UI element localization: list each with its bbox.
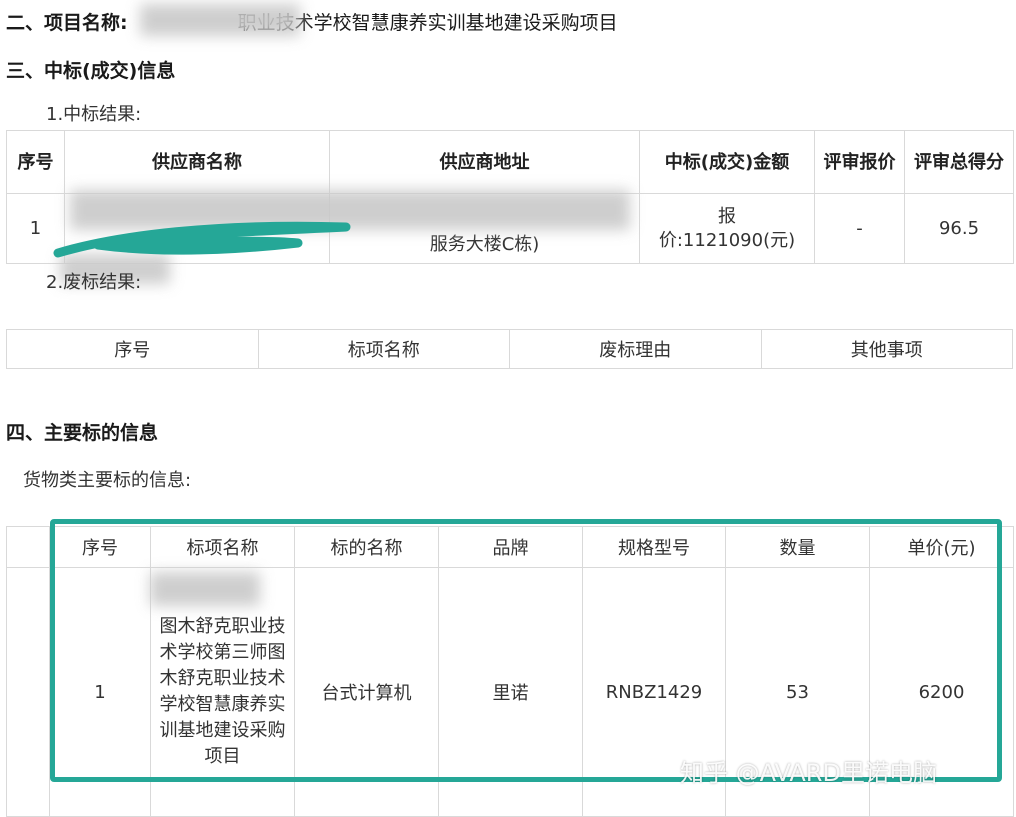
redaction (150, 572, 260, 606)
winning-info-heading: 三、中标(成交)信息 (6, 60, 176, 82)
header-no: 序号 (49, 526, 151, 568)
fail-header-no: 序号 (6, 329, 259, 369)
table-header-row: 序号 供应商名称 供应商地址 中标(成交)金额 评审报价 评审总得分 (6, 130, 1014, 194)
redaction (140, 4, 300, 36)
header-model: 规格型号 (582, 526, 726, 568)
header-total-score: 评审总得分 (904, 130, 1014, 194)
failed-bid-table: 序号 标项名称 废标理由 其他事项 (6, 329, 1013, 369)
fail-header-item-name: 标项名称 (257, 329, 510, 369)
header-amount: 中标(成交)金额 (639, 130, 815, 194)
table-header-row: 序号 标项名称 废标理由 其他事项 (6, 329, 1013, 369)
cell-no: 1 (49, 567, 151, 817)
cell-blank (6, 567, 50, 817)
header-quantity: 数量 (725, 526, 870, 568)
header-unit-price: 单价(元) (869, 526, 1014, 568)
address-tail: 服务大楼C栋) (429, 234, 540, 255)
header-supplier-name: 供应商名称 (64, 130, 330, 194)
project-name-heading: 二、项目名称: 职业技术学校智慧康养实训基地建设采购项目 (6, 8, 618, 35)
fail-header-other: 其他事项 (760, 329, 1013, 369)
cell-amount: 报价:1121090(元) (639, 193, 815, 264)
cell-subject-name: 台式计算机 (294, 567, 439, 817)
winning-result-label: 1.中标结果: (46, 104, 142, 125)
failed-bid-label: 2.废标结果: (46, 272, 142, 293)
table-header-row: 序号 标项名称 标的名称 品牌 规格型号 数量 单价(元) (6, 526, 1014, 568)
header-subject-name: 标的名称 (294, 526, 439, 568)
header-brand: 品牌 (438, 526, 583, 568)
header-no: 序号 (6, 130, 65, 194)
cell-score: 96.5 (904, 193, 1014, 264)
header-blank (6, 526, 50, 568)
cell-review-price: - (814, 193, 905, 264)
header-review-price: 评审报价 (814, 130, 905, 194)
watermark: 知乎 @AVARD里诺电脑 (680, 759, 937, 787)
redaction (70, 190, 630, 230)
cell-brand: 里诺 (438, 567, 583, 817)
header-supplier-address: 供应商地址 (329, 130, 640, 194)
item-name-text: 图木舒克职业技术学校第三师图木舒克职业技术学校智慧康养实训基地建设采购项目 (159, 616, 286, 767)
header-item-name: 标项名称 (150, 526, 295, 568)
main-subject-heading: 四、主要标的信息 (6, 422, 159, 444)
cell-no: 1 (6, 193, 65, 264)
fail-header-reason: 废标理由 (509, 329, 762, 369)
goods-subject-label: 货物类主要标的信息: (23, 470, 192, 491)
project-name-label: 二、项目名称: (6, 12, 128, 34)
